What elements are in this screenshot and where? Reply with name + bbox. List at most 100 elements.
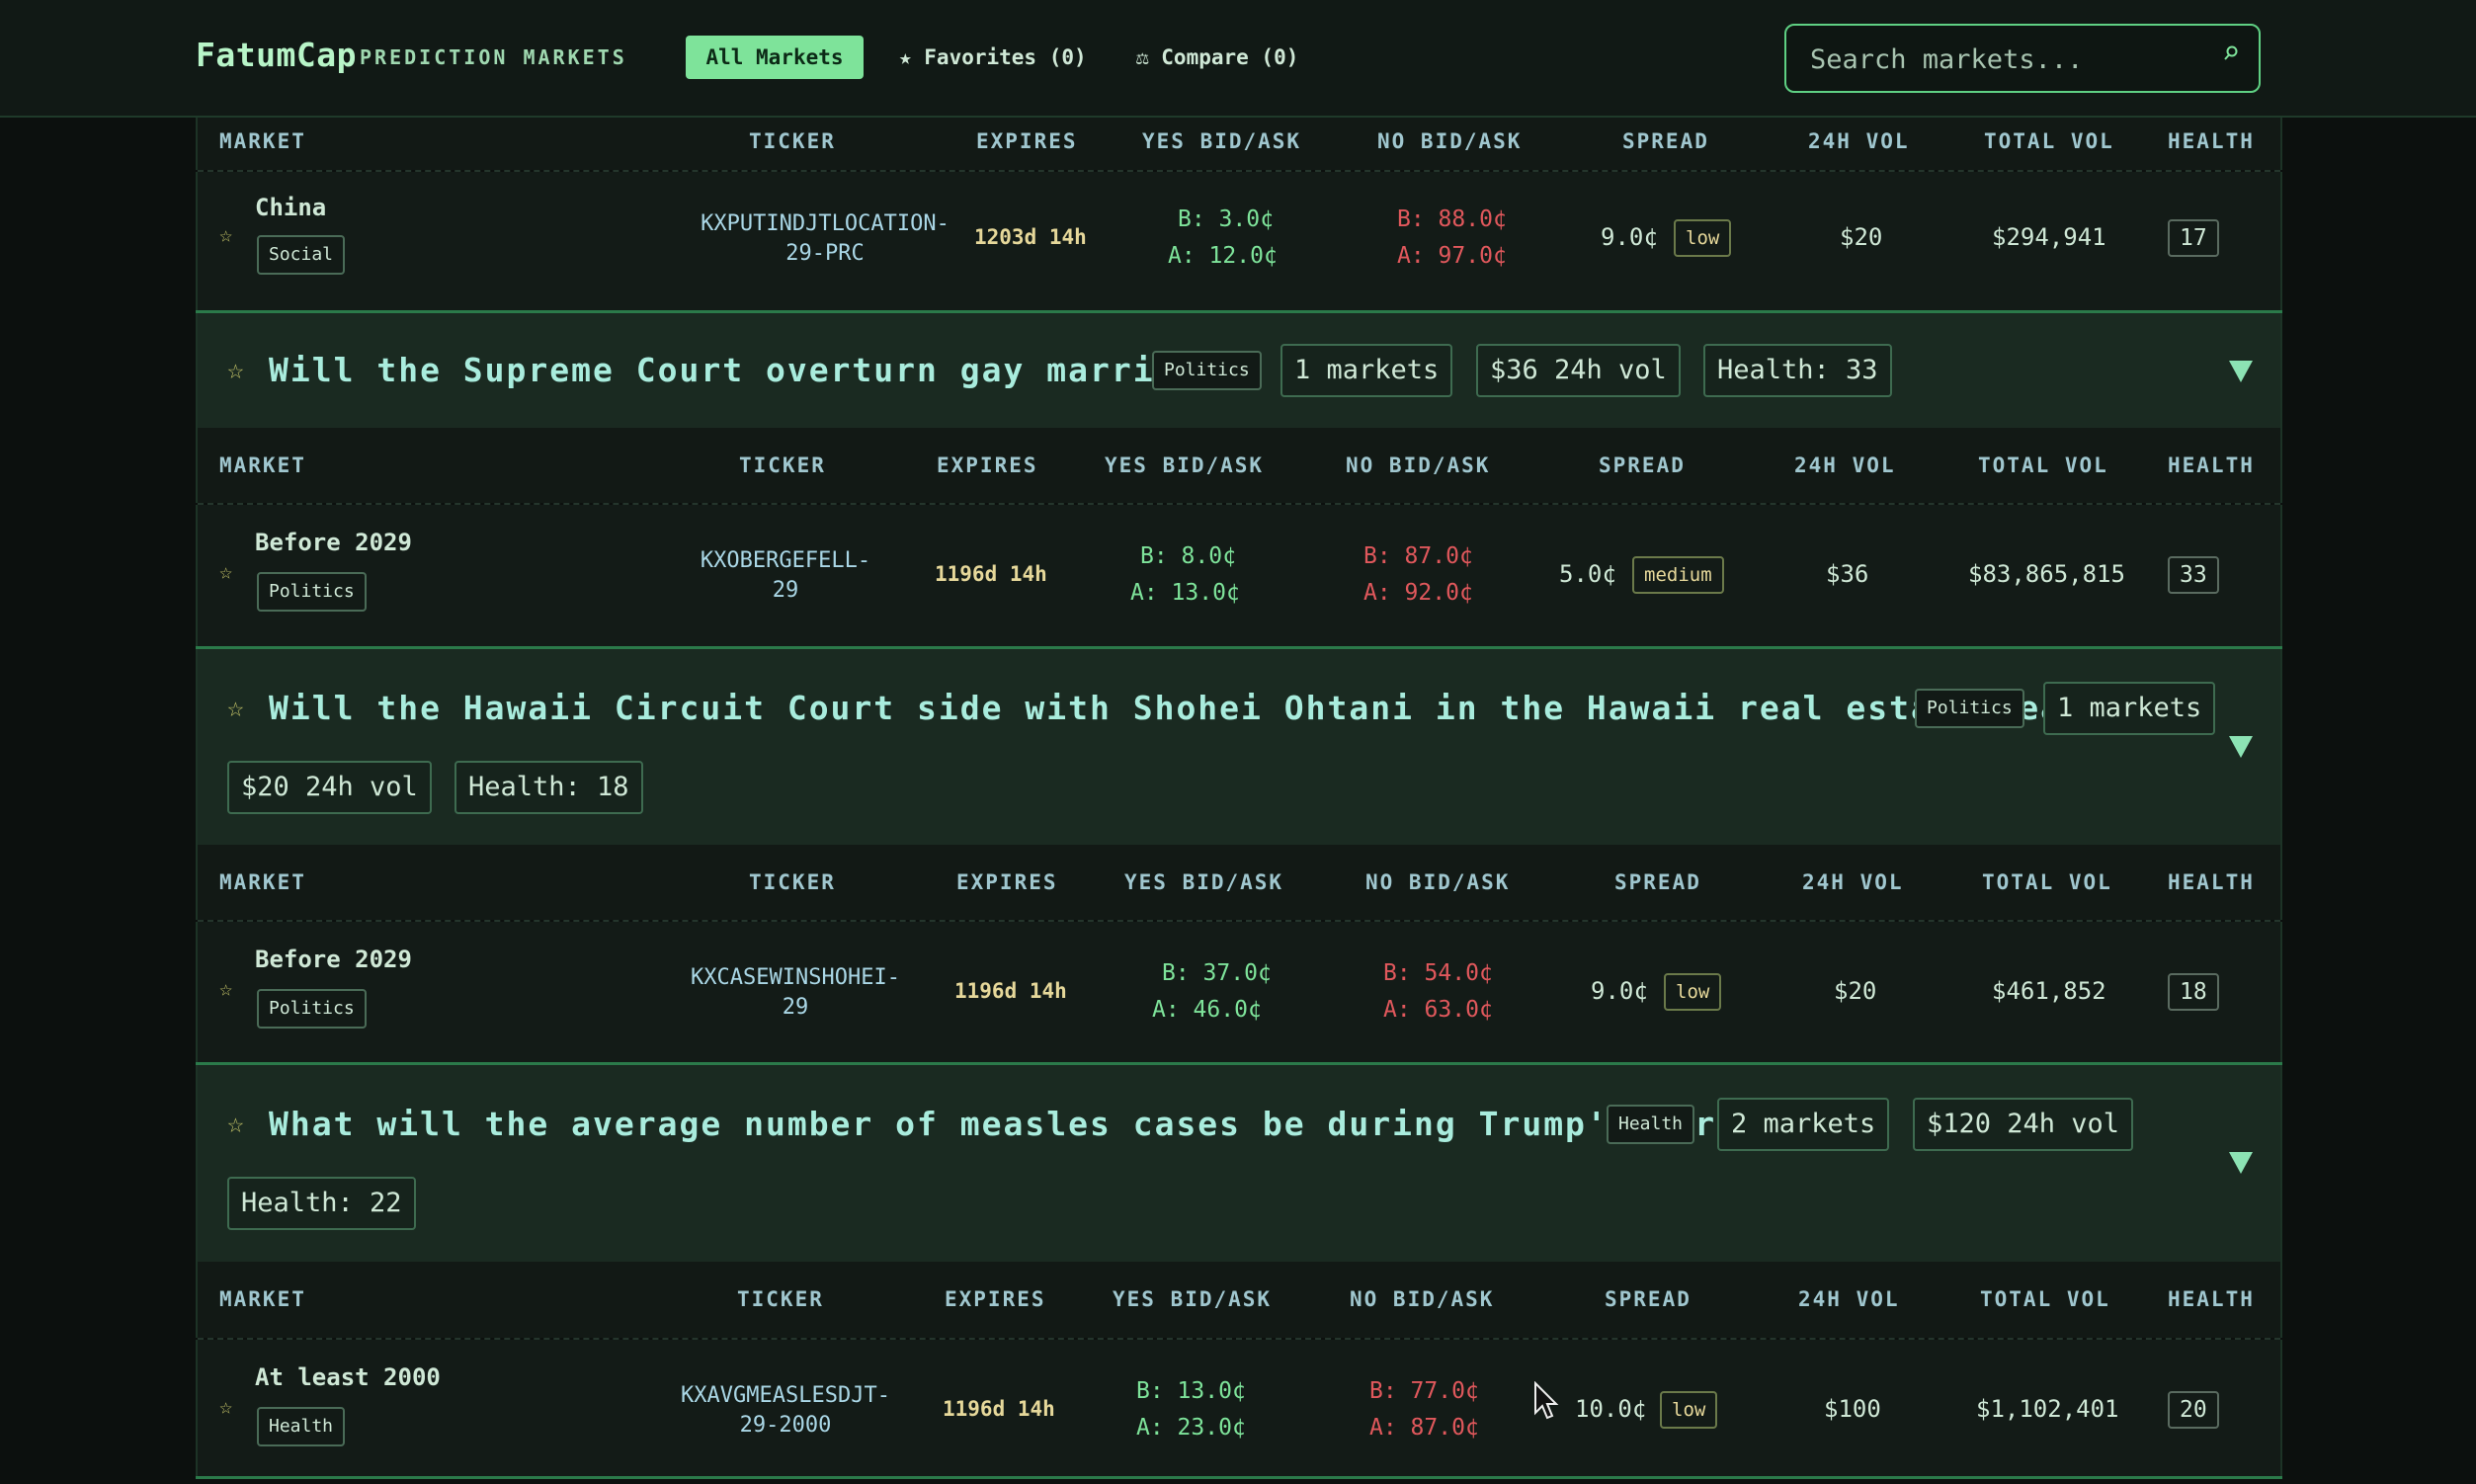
market-ticker: KXAVGMEASLESDJT- 29-2000 xyxy=(681,1383,890,1438)
spread-value: 5.0¢ xyxy=(1559,560,1616,588)
star-icon[interactable]: ☆ xyxy=(219,977,232,1002)
chevron-down-icon[interactable] xyxy=(2229,1152,2253,1174)
search-box[interactable] xyxy=(1784,24,2261,93)
table-row[interactable]: At least 2000 ☆ Health KXAVGMEASLESDJT- 2… xyxy=(196,1340,2282,1476)
col-expires: EXPIRES xyxy=(945,1287,1046,1311)
spread-level-badge: low xyxy=(1664,973,1722,1011)
brand-logo[interactable]: FatumCap xyxy=(196,36,357,74)
top-bar: FatumCap PREDICTION MARKETS All Markets … xyxy=(0,0,2476,118)
col-spread: SPREAD xyxy=(1605,1287,1692,1311)
market-name: China xyxy=(255,194,327,221)
star-icon[interactable]: ☆ xyxy=(227,691,244,723)
col-no: NO BID/ASK xyxy=(1350,1287,1495,1311)
star-icon[interactable]: ☆ xyxy=(227,353,244,385)
group-tag: Politics xyxy=(1152,351,1262,390)
group-title[interactable]: Will the Supreme Court overturn gay marr… xyxy=(269,351,1241,389)
market-expires: 1196d 14h xyxy=(943,1397,1055,1421)
table-header-row: MARKET TICKER EXPIRES YES BID/ASK NO BID… xyxy=(196,428,2282,503)
col-expires: EXPIRES xyxy=(976,129,1078,153)
market-tag: Health xyxy=(257,1407,346,1446)
spread-value: 9.0¢ xyxy=(1601,223,1658,251)
col-24h-vol: 24H VOL xyxy=(1802,870,1904,894)
chevron-down-icon[interactable] xyxy=(2229,361,2253,382)
total-vol: $294,941 xyxy=(1992,223,2106,251)
search-input[interactable] xyxy=(1808,40,2197,79)
market-ticker: KXOBERGEFELL- 29 xyxy=(700,548,871,603)
group-tag: Politics xyxy=(1915,689,2024,728)
star-icon[interactable]: ☆ xyxy=(219,1395,232,1420)
markets-count-badge: 1 markets xyxy=(2043,682,2216,735)
market-expires: 1196d 14h xyxy=(954,979,1067,1003)
brand-subtitle: PREDICTION MARKETS xyxy=(360,45,627,69)
star-icon[interactable]: ☆ xyxy=(219,560,232,585)
table-header-row: MARKET TICKER EXPIRES YES BID/ASK NO BID… xyxy=(196,845,2282,920)
col-health: HEALTH xyxy=(2168,453,2255,477)
col-ticker: TICKER xyxy=(737,1287,824,1311)
group-title[interactable]: Will the Hawaii Circuit Court side with … xyxy=(269,689,2105,727)
col-yes: YES BID/ASK xyxy=(1142,129,1302,153)
no-bid-ask: B: 88.0¢ A: 97.0¢ xyxy=(1397,206,1507,269)
table-row[interactable]: Before 2029 ☆ Politics KXCASEWINSHOHEI- 2… xyxy=(196,922,2282,1062)
market-group-header[interactable]: ☆ Will the Supreme Court overturn gay ma… xyxy=(196,313,2282,428)
market-name: Before 2029 xyxy=(255,946,412,973)
market-name: At least 2000 xyxy=(255,1363,441,1391)
group-title[interactable]: What will the average number of measles … xyxy=(269,1105,1760,1143)
col-total-vol: TOTAL VOL xyxy=(1980,1287,2110,1311)
yes-bid-ask: B: 3.0¢ A: 12.0¢ xyxy=(1168,206,1278,269)
col-market: MARKET xyxy=(219,870,306,894)
nav-all-markets-button[interactable]: All Markets xyxy=(686,36,864,79)
col-24h-vol: 24H VOL xyxy=(1808,129,1910,153)
col-yes: YES BID/ASK xyxy=(1113,1287,1273,1311)
col-ticker: TICKER xyxy=(739,453,826,477)
col-total-vol: TOTAL VOL xyxy=(1984,129,2114,153)
col-spread: SPREAD xyxy=(1614,870,1701,894)
col-expires: EXPIRES xyxy=(937,453,1038,477)
star-icon[interactable]: ☆ xyxy=(227,1107,244,1139)
table-header-row: MARKET TICKER EXPIRES YES BID/ASK NO BID… xyxy=(196,116,2282,170)
col-no: NO BID/ASK xyxy=(1365,870,1511,894)
nav-compare-button[interactable]: ⚖ Compare (0) xyxy=(1114,36,1320,79)
col-total-vol: TOTAL VOL xyxy=(1982,870,2112,894)
health-badge: Health: 22 xyxy=(227,1177,416,1230)
health-badge: 20 xyxy=(2168,1391,2219,1429)
star-icon[interactable]: ☆ xyxy=(219,223,232,248)
health-badge: 17 xyxy=(2168,219,2219,257)
spread-value: 10.0¢ xyxy=(1575,1395,1647,1423)
col-ticker: TICKER xyxy=(749,870,836,894)
market-name: Before 2029 xyxy=(255,529,412,556)
col-market: MARKET xyxy=(219,1287,306,1311)
vol-24h: $36 xyxy=(1826,560,1869,588)
col-ticker: TICKER xyxy=(749,129,836,153)
col-market: MARKET xyxy=(219,129,306,153)
chevron-down-icon[interactable] xyxy=(2229,736,2253,758)
total-vol: $83,865,815 xyxy=(1968,560,2125,588)
total-vol: $1,102,401 xyxy=(1976,1395,2119,1423)
total-vol: $461,852 xyxy=(1992,977,2106,1005)
table-row[interactable]: China ☆ Social KXPUTINDJTLOCATION- 29-PRC… xyxy=(196,172,2282,310)
col-24h-vol: 24H VOL xyxy=(1794,453,1896,477)
col-health: HEALTH xyxy=(2168,129,2255,153)
group-tag: Health xyxy=(1607,1105,1695,1144)
nav-favorites-button[interactable]: ★ Favorites (0) xyxy=(877,36,1109,79)
markets-count-badge: 1 markets xyxy=(1280,344,1453,397)
col-spread: SPREAD xyxy=(1599,453,1686,477)
col-health: HEALTH xyxy=(2168,1287,2255,1311)
market-expires: 1196d 14h xyxy=(935,562,1047,586)
mouse-cursor-icon xyxy=(1534,1381,1559,1420)
market-ticker: KXCASEWINSHOHEI- 29 xyxy=(691,965,900,1020)
col-no: NO BID/ASK xyxy=(1346,453,1491,477)
col-spread: SPREAD xyxy=(1622,129,1709,153)
col-health: HEALTH xyxy=(2168,870,2255,894)
health-badge: Health: 18 xyxy=(454,761,643,814)
table-row[interactable]: Before 2029 ☆ Politics KXOBERGEFELL- 29 1… xyxy=(196,505,2282,646)
health-badge: 18 xyxy=(2168,973,2219,1011)
market-tag: Politics xyxy=(257,989,367,1029)
market-group-header[interactable]: ☆ What will the average number of measle… xyxy=(196,1065,2282,1262)
spread-level-badge: low xyxy=(1674,219,1732,257)
spread-level-badge: medium xyxy=(1632,556,1724,594)
market-group-header[interactable]: ☆ Will the Hawaii Circuit Court side wit… xyxy=(196,649,2282,845)
no-bid-ask: B: 77.0¢ A: 87.0¢ xyxy=(1369,1378,1479,1441)
market-expires: 1203d 14h xyxy=(974,225,1087,249)
yes-bid-ask: B: 13.0¢ A: 23.0¢ xyxy=(1136,1378,1246,1441)
search-icon[interactable] xyxy=(2223,45,2239,61)
